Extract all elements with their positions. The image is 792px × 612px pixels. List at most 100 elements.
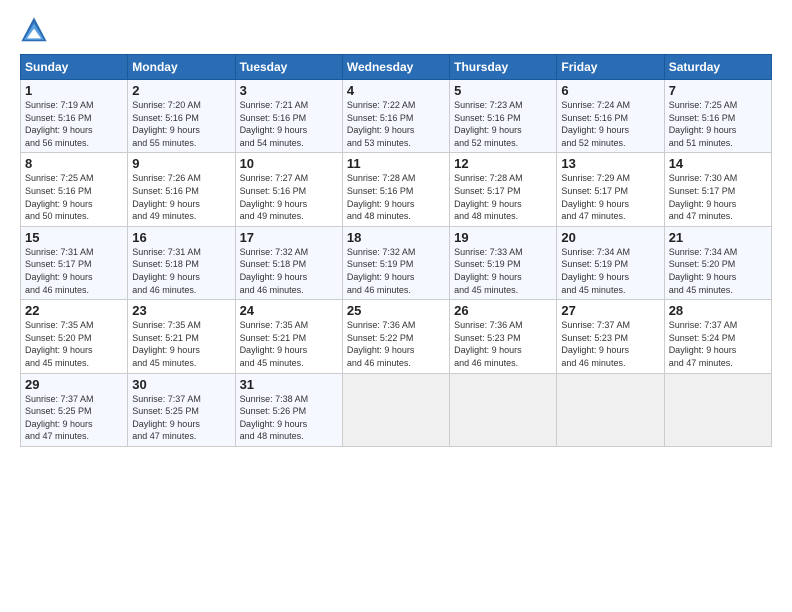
day-number: 22: [25, 303, 123, 318]
day-info: Sunrise: 7:37 AM Sunset: 5:23 PM Dayligh…: [561, 319, 659, 369]
calendar-day-cell: 17Sunrise: 7:32 AM Sunset: 5:18 PM Dayli…: [235, 226, 342, 299]
day-info: Sunrise: 7:24 AM Sunset: 5:16 PM Dayligh…: [561, 99, 659, 149]
calendar-day-cell: 20Sunrise: 7:34 AM Sunset: 5:19 PM Dayli…: [557, 226, 664, 299]
weekday-header: Saturday: [664, 55, 771, 80]
main-container: SundayMondayTuesdayWednesdayThursdayFrid…: [0, 0, 792, 457]
day-number: 8: [25, 156, 123, 171]
day-number: 1: [25, 83, 123, 98]
day-info: Sunrise: 7:34 AM Sunset: 5:19 PM Dayligh…: [561, 246, 659, 296]
calendar-day-cell: 28Sunrise: 7:37 AM Sunset: 5:24 PM Dayli…: [664, 300, 771, 373]
day-number: 18: [347, 230, 445, 245]
calendar-body: 1Sunrise: 7:19 AM Sunset: 5:16 PM Daylig…: [21, 80, 772, 447]
day-number: 26: [454, 303, 552, 318]
day-info: Sunrise: 7:31 AM Sunset: 5:18 PM Dayligh…: [132, 246, 230, 296]
day-number: 16: [132, 230, 230, 245]
day-info: Sunrise: 7:37 AM Sunset: 5:25 PM Dayligh…: [132, 393, 230, 443]
day-number: 21: [669, 230, 767, 245]
day-info: Sunrise: 7:36 AM Sunset: 5:23 PM Dayligh…: [454, 319, 552, 369]
day-info: Sunrise: 7:32 AM Sunset: 5:19 PM Dayligh…: [347, 246, 445, 296]
calendar-header-row: SundayMondayTuesdayWednesdayThursdayFrid…: [21, 55, 772, 80]
calendar-day-cell: 31Sunrise: 7:38 AM Sunset: 5:26 PM Dayli…: [235, 373, 342, 446]
day-number: 15: [25, 230, 123, 245]
day-number: 25: [347, 303, 445, 318]
day-number: 17: [240, 230, 338, 245]
day-number: 24: [240, 303, 338, 318]
calendar-day-cell: 5Sunrise: 7:23 AM Sunset: 5:16 PM Daylig…: [450, 80, 557, 153]
day-info: Sunrise: 7:37 AM Sunset: 5:25 PM Dayligh…: [25, 393, 123, 443]
day-number: 23: [132, 303, 230, 318]
day-info: Sunrise: 7:23 AM Sunset: 5:16 PM Dayligh…: [454, 99, 552, 149]
calendar-week-row: 29Sunrise: 7:37 AM Sunset: 5:25 PM Dayli…: [21, 373, 772, 446]
day-info: Sunrise: 7:37 AM Sunset: 5:24 PM Dayligh…: [669, 319, 767, 369]
calendar-day-cell: 9Sunrise: 7:26 AM Sunset: 5:16 PM Daylig…: [128, 153, 235, 226]
day-info: Sunrise: 7:33 AM Sunset: 5:19 PM Dayligh…: [454, 246, 552, 296]
calendar-day-cell: 7Sunrise: 7:25 AM Sunset: 5:16 PM Daylig…: [664, 80, 771, 153]
calendar-day-cell: 25Sunrise: 7:36 AM Sunset: 5:22 PM Dayli…: [342, 300, 449, 373]
day-info: Sunrise: 7:32 AM Sunset: 5:18 PM Dayligh…: [240, 246, 338, 296]
day-info: Sunrise: 7:19 AM Sunset: 5:16 PM Dayligh…: [25, 99, 123, 149]
day-info: Sunrise: 7:21 AM Sunset: 5:16 PM Dayligh…: [240, 99, 338, 149]
day-info: Sunrise: 7:35 AM Sunset: 5:20 PM Dayligh…: [25, 319, 123, 369]
calendar-day-cell: 4Sunrise: 7:22 AM Sunset: 5:16 PM Daylig…: [342, 80, 449, 153]
day-number: 28: [669, 303, 767, 318]
calendar-day-cell: 21Sunrise: 7:34 AM Sunset: 5:20 PM Dayli…: [664, 226, 771, 299]
day-number: 30: [132, 377, 230, 392]
day-number: 14: [669, 156, 767, 171]
day-number: 7: [669, 83, 767, 98]
day-info: Sunrise: 7:27 AM Sunset: 5:16 PM Dayligh…: [240, 172, 338, 222]
day-info: Sunrise: 7:36 AM Sunset: 5:22 PM Dayligh…: [347, 319, 445, 369]
calendar-day-cell: 14Sunrise: 7:30 AM Sunset: 5:17 PM Dayli…: [664, 153, 771, 226]
calendar-day-cell: 29Sunrise: 7:37 AM Sunset: 5:25 PM Dayli…: [21, 373, 128, 446]
calendar-day-cell: [342, 373, 449, 446]
day-info: Sunrise: 7:25 AM Sunset: 5:16 PM Dayligh…: [25, 172, 123, 222]
calendar-day-cell: 18Sunrise: 7:32 AM Sunset: 5:19 PM Dayli…: [342, 226, 449, 299]
day-number: 20: [561, 230, 659, 245]
weekday-header: Tuesday: [235, 55, 342, 80]
day-info: Sunrise: 7:30 AM Sunset: 5:17 PM Dayligh…: [669, 172, 767, 222]
calendar-day-cell: 13Sunrise: 7:29 AM Sunset: 5:17 PM Dayli…: [557, 153, 664, 226]
day-number: 27: [561, 303, 659, 318]
day-number: 2: [132, 83, 230, 98]
weekday-header: Sunday: [21, 55, 128, 80]
day-info: Sunrise: 7:20 AM Sunset: 5:16 PM Dayligh…: [132, 99, 230, 149]
day-info: Sunrise: 7:25 AM Sunset: 5:16 PM Dayligh…: [669, 99, 767, 149]
logo: [20, 16, 52, 44]
calendar-day-cell: 16Sunrise: 7:31 AM Sunset: 5:18 PM Dayli…: [128, 226, 235, 299]
header-row: [20, 16, 772, 44]
calendar-day-cell: 27Sunrise: 7:37 AM Sunset: 5:23 PM Dayli…: [557, 300, 664, 373]
calendar-day-cell: 23Sunrise: 7:35 AM Sunset: 5:21 PM Dayli…: [128, 300, 235, 373]
calendar-day-cell: 30Sunrise: 7:37 AM Sunset: 5:25 PM Dayli…: [128, 373, 235, 446]
calendar-day-cell: 10Sunrise: 7:27 AM Sunset: 5:16 PM Dayli…: [235, 153, 342, 226]
day-number: 6: [561, 83, 659, 98]
calendar-day-cell: 3Sunrise: 7:21 AM Sunset: 5:16 PM Daylig…: [235, 80, 342, 153]
calendar-day-cell: [664, 373, 771, 446]
calendar-day-cell: 2Sunrise: 7:20 AM Sunset: 5:16 PM Daylig…: [128, 80, 235, 153]
weekday-header: Wednesday: [342, 55, 449, 80]
day-number: 10: [240, 156, 338, 171]
calendar-day-cell: 8Sunrise: 7:25 AM Sunset: 5:16 PM Daylig…: [21, 153, 128, 226]
day-info: Sunrise: 7:31 AM Sunset: 5:17 PM Dayligh…: [25, 246, 123, 296]
calendar-week-row: 8Sunrise: 7:25 AM Sunset: 5:16 PM Daylig…: [21, 153, 772, 226]
calendar-day-cell: 15Sunrise: 7:31 AM Sunset: 5:17 PM Dayli…: [21, 226, 128, 299]
day-info: Sunrise: 7:29 AM Sunset: 5:17 PM Dayligh…: [561, 172, 659, 222]
weekday-header: Thursday: [450, 55, 557, 80]
day-number: 29: [25, 377, 123, 392]
day-number: 4: [347, 83, 445, 98]
day-number: 19: [454, 230, 552, 245]
day-number: 31: [240, 377, 338, 392]
calendar-day-cell: [557, 373, 664, 446]
calendar-day-cell: [450, 373, 557, 446]
day-number: 11: [347, 156, 445, 171]
calendar-day-cell: 19Sunrise: 7:33 AM Sunset: 5:19 PM Dayli…: [450, 226, 557, 299]
calendar-day-cell: 22Sunrise: 7:35 AM Sunset: 5:20 PM Dayli…: [21, 300, 128, 373]
weekday-header: Monday: [128, 55, 235, 80]
day-info: Sunrise: 7:28 AM Sunset: 5:16 PM Dayligh…: [347, 172, 445, 222]
calendar-day-cell: 24Sunrise: 7:35 AM Sunset: 5:21 PM Dayli…: [235, 300, 342, 373]
logo-icon: [20, 16, 48, 44]
calendar-day-cell: 12Sunrise: 7:28 AM Sunset: 5:17 PM Dayli…: [450, 153, 557, 226]
day-info: Sunrise: 7:28 AM Sunset: 5:17 PM Dayligh…: [454, 172, 552, 222]
day-info: Sunrise: 7:34 AM Sunset: 5:20 PM Dayligh…: [669, 246, 767, 296]
calendar-day-cell: 1Sunrise: 7:19 AM Sunset: 5:16 PM Daylig…: [21, 80, 128, 153]
day-info: Sunrise: 7:22 AM Sunset: 5:16 PM Dayligh…: [347, 99, 445, 149]
calendar-table: SundayMondayTuesdayWednesdayThursdayFrid…: [20, 54, 772, 447]
